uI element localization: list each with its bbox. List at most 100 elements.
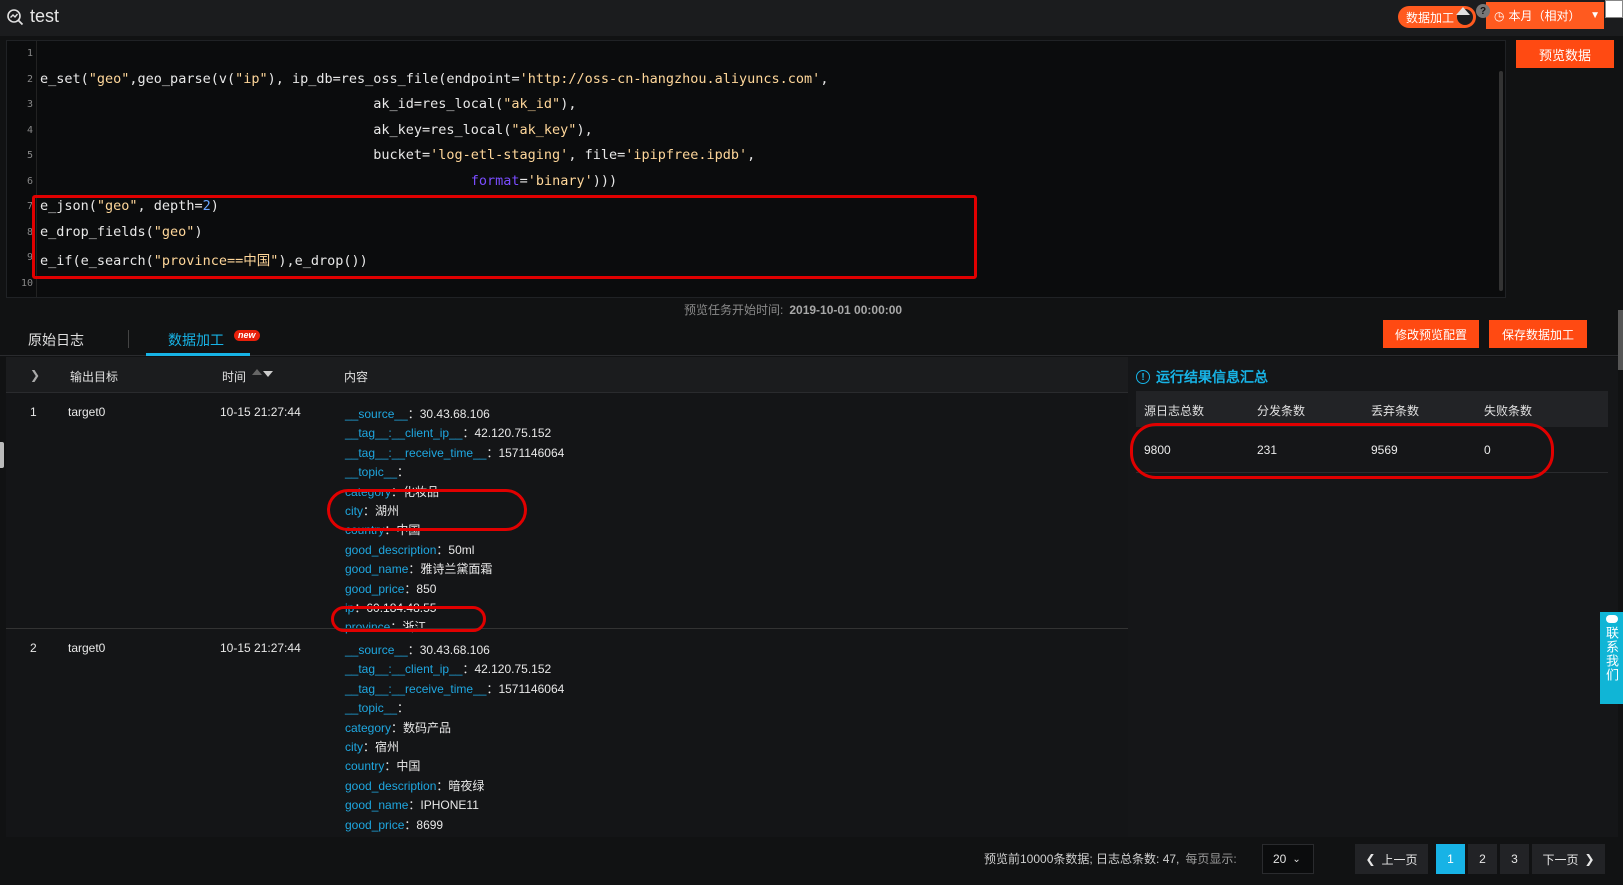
- tab-raw-log[interactable]: 原始日志: [28, 330, 84, 350]
- expand-all-icon[interactable]: ❯: [30, 368, 40, 382]
- row-index: 1: [30, 405, 37, 419]
- content-field: good_description：50ml: [345, 541, 474, 558]
- save-processing-button[interactable]: 保存数据加工: [1489, 320, 1587, 348]
- field-key[interactable]: __tag__:__receive_time__: [345, 682, 486, 696]
- page-scrollbar[interactable]: [1618, 310, 1623, 370]
- field-separator: ：: [486, 445, 499, 460]
- code-line[interactable]: ak_key=res_local("ak_key"),: [40, 122, 592, 138]
- app-title-text: test: [30, 6, 60, 26]
- contact-label: 联系我们: [1604, 626, 1619, 682]
- field-separator: ：: [397, 701, 410, 716]
- field-separator: ：: [404, 817, 417, 832]
- field-value: 850: [416, 581, 437, 596]
- search-analytics-icon: [7, 8, 24, 25]
- row-time: 10-15 21:27:44: [220, 405, 301, 419]
- content-field: good_name：雅诗兰黛面霜: [345, 560, 492, 577]
- field-separator: ：: [436, 778, 449, 793]
- sort-icon[interactable]: [252, 369, 273, 377]
- field-value: 宿州: [375, 740, 400, 754]
- chevron-right-icon: ❯: [1584, 852, 1595, 866]
- next-page-button[interactable]: 下一页 ❯: [1532, 844, 1605, 874]
- field-key[interactable]: good_description: [345, 543, 436, 557]
- line-number: 2: [26, 73, 33, 85]
- field-separator: ：: [384, 759, 397, 774]
- field-key[interactable]: __tag__:__client_ip__: [345, 426, 462, 440]
- contact-us-widget[interactable]: 联系我们: [1600, 612, 1623, 704]
- field-key[interactable]: __topic__: [345, 701, 397, 715]
- column-header-content: 内容: [344, 370, 369, 384]
- page-button-1[interactable]: 1: [1436, 844, 1465, 874]
- field-separator: ：: [462, 426, 475, 441]
- field-value: 50ml: [448, 542, 475, 557]
- table-row[interactable]: 2 target0 10-15 21:27:44 __source__：30.43.6…: [6, 628, 1128, 837]
- summary-title: ! 运行结果信息汇总: [1136, 367, 1268, 387]
- table-header: ❯ 输出目标 时间 内容: [6, 357, 1128, 393]
- page-button-3[interactable]: 3: [1500, 844, 1529, 874]
- line-number: 5: [26, 150, 33, 161]
- tab-data-processing[interactable]: 数据加工: [168, 330, 224, 350]
- modify-preview-config-button[interactable]: 修改预览配置: [1383, 320, 1479, 348]
- prev-page-button[interactable]: ❮ 上一页: [1355, 844, 1428, 874]
- left-drawer-handle[interactable]: [0, 442, 4, 468]
- chevron-left-icon: ❮: [1365, 852, 1376, 866]
- collapse-up-icon[interactable]: [1456, 7, 1470, 15]
- code-line[interactable]: e_set("geo",geo_parse(v("ip"), ip_db=res…: [40, 71, 828, 87]
- content-field: __tag__:__receive_time__：1571146064: [345, 680, 564, 697]
- field-separator: ：: [462, 662, 475, 677]
- field-separator: ：: [408, 562, 421, 577]
- field-value: 30.43.68.106: [419, 407, 490, 421]
- table-row[interactable]: 1 target0 10-15 21:27:44 __source__ ： 30.43.6…: [6, 393, 1128, 634]
- toggle-label: 数据加工: [1406, 10, 1455, 25]
- code-line[interactable]: bucket='log-etl-staging', file='ipipfree…: [40, 147, 755, 163]
- field-value: 雅诗兰黛面霜: [420, 562, 493, 577]
- content-field: good_price：8699: [345, 816, 443, 833]
- row-target: target0: [68, 405, 106, 419]
- preview-table: ❯ 输出目标 时间 内容 1 target0 10-15 21:27:44 __sou…: [6, 357, 1128, 837]
- top-bar: test 数据加工 ◷ 本月（相对） ▼: [0, 0, 1623, 36]
- content-field: __tag__:__client_ip__：42.120.75.152: [345, 424, 551, 441]
- editor-scrollbar[interactable]: [1499, 71, 1503, 291]
- chevron-down-icon: ▼: [1590, 10, 1600, 21]
- field-separator: ：: [397, 465, 410, 480]
- pagination-summary: 预览前10000条数据; 日志总条数: 47,: [984, 852, 1180, 866]
- field-key[interactable]: __tag__:__receive_time__: [345, 446, 486, 460]
- field-value: 8699: [416, 817, 444, 832]
- summary-header-dropped: 丢弃条数: [1371, 404, 1420, 418]
- field-key[interactable]: good_name: [345, 798, 408, 812]
- line-number: 1: [26, 48, 33, 59]
- page-button-2[interactable]: 2: [1468, 844, 1497, 874]
- help-icon[interactable]: ?: [1476, 4, 1490, 18]
- preview-time-label: 预览任务开始时间:: [684, 303, 784, 317]
- editor-tools: ?: [1456, 4, 1490, 18]
- field-key[interactable]: good_description: [345, 779, 436, 793]
- field-key[interactable]: good_name: [345, 562, 408, 576]
- content-field: good_price：850: [345, 580, 436, 597]
- time-range-select[interactable]: ◷ 本月（相对） ▼: [1486, 2, 1604, 29]
- code-line[interactable]: format='binary'))): [40, 173, 617, 189]
- content-field: __topic__：: [345, 463, 409, 480]
- prev-page-label: 上一页: [1381, 852, 1418, 867]
- content-field: good_description：暗夜绿: [345, 777, 484, 794]
- contact-icon: [1605, 615, 1618, 623]
- preview-data-button[interactable]: 预览数据: [1516, 40, 1614, 68]
- field-key[interactable]: city: [345, 740, 363, 754]
- field-value: 30.43.68.106: [419, 643, 490, 657]
- field-key[interactable]: category: [345, 721, 391, 735]
- field-key[interactable]: __topic__: [345, 465, 397, 479]
- column-header-time[interactable]: 时间: [222, 368, 246, 385]
- field-key[interactable]: good_price: [345, 582, 404, 596]
- row-index: 2: [30, 641, 37, 655]
- field-key[interactable]: __source__: [345, 643, 408, 657]
- column-header-target: 输出目标: [70, 370, 119, 384]
- page-size-select[interactable]: 20 ⌄: [1262, 844, 1314, 874]
- field-key[interactable]: country: [345, 759, 384, 773]
- field-value: 42.120.75.152: [474, 662, 552, 677]
- field-key[interactable]: __tag__:__client_ip__: [345, 662, 462, 676]
- code-line[interactable]: ak_id=res_local("ak_id"),: [40, 96, 576, 112]
- info-icon: !: [1136, 370, 1150, 384]
- field-key[interactable]: good_price: [345, 818, 404, 832]
- line-number: 3: [26, 99, 33, 110]
- window-corner-box[interactable]: [1605, 0, 1623, 18]
- field-value: 数码产品: [403, 720, 452, 735]
- field-key[interactable]: __source__: [345, 407, 408, 421]
